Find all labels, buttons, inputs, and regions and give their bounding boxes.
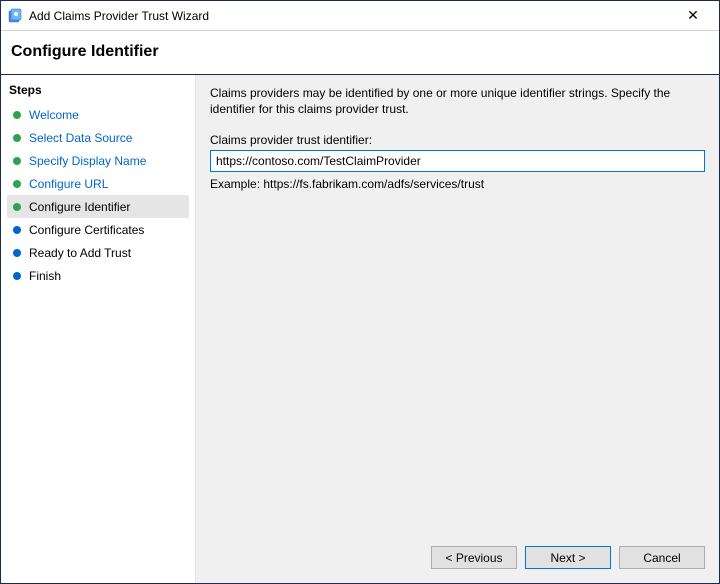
previous-button[interactable]: < Previous [431,546,517,569]
step-bullet-icon [13,226,21,234]
step-ready-to-add-trust[interactable]: Ready to Add Trust [7,241,189,264]
cancel-button[interactable]: Cancel [619,546,705,569]
step-welcome[interactable]: Welcome [7,103,189,126]
step-configure-url[interactable]: Configure URL [7,172,189,195]
close-button[interactable]: ✕ [673,2,713,30]
step-finish[interactable]: Finish [7,264,189,287]
step-label: Welcome [29,108,79,122]
titlebar-title: Add Claims Provider Trust Wizard [29,9,673,23]
step-label: Finish [29,269,61,283]
identifier-input[interactable] [210,150,705,172]
instruction-text: Claims providers may be identified by on… [210,85,705,117]
step-configure-identifier[interactable]: Configure Identifier [7,195,189,218]
step-label: Configure Identifier [29,200,130,214]
step-bullet-icon [13,180,21,188]
example-text: Example: https://fs.fabrikam.com/adfs/se… [210,177,705,191]
step-label: Select Data Source [29,131,132,145]
page-title: Configure Identifier [11,43,709,61]
wizard-header: Configure Identifier [1,31,719,75]
step-specify-display-name[interactable]: Specify Display Name [7,149,189,172]
app-icon [7,8,23,24]
main-panel: Claims providers may be identified by on… [196,75,719,583]
steps-heading: Steps [7,83,189,97]
close-icon: ✕ [687,7,699,24]
identifier-label: Claims provider trust identifier: [210,133,705,147]
step-bullet-icon [13,272,21,280]
next-button[interactable]: Next > [525,546,611,569]
step-bullet-icon [13,157,21,165]
step-configure-certificates[interactable]: Configure Certificates [7,218,189,241]
step-bullet-icon [13,249,21,257]
step-label: Ready to Add Trust [29,246,131,260]
wizard-body: Steps Welcome Select Data Source Specify… [1,75,719,583]
step-bullet-icon [13,134,21,142]
titlebar: Add Claims Provider Trust Wizard ✕ [1,1,719,31]
step-bullet-icon [13,203,21,211]
step-label: Specify Display Name [29,154,146,168]
step-bullet-icon [13,111,21,119]
step-label: Configure Certificates [29,223,144,237]
step-label: Configure URL [29,177,108,191]
step-select-data-source[interactable]: Select Data Source [7,126,189,149]
steps-sidebar: Steps Welcome Select Data Source Specify… [1,75,196,583]
wizard-buttons: < Previous Next > Cancel [431,546,705,569]
